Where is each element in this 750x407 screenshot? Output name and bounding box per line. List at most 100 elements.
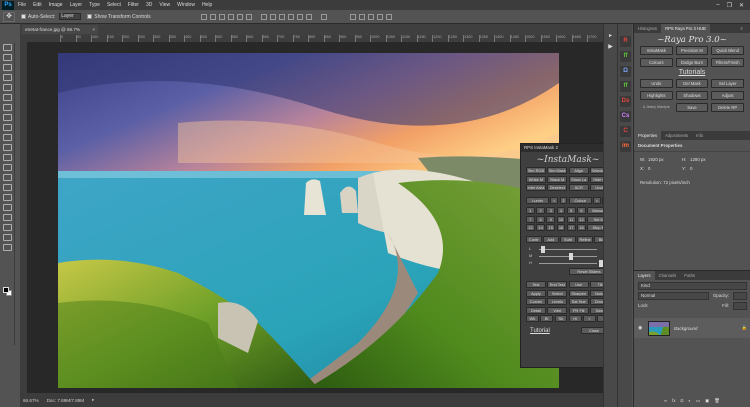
plugin-icon[interactable]: Cs: [620, 111, 631, 122]
width-value[interactable]: 1920 px: [648, 157, 682, 162]
eraser-tool-icon[interactable]: [3, 144, 12, 151]
im-num-button[interactable]: 7: [526, 215, 535, 223]
foreground-color-swatch[interactable]: [3, 287, 9, 293]
im-white-m-button[interactable]: White M: [526, 175, 546, 183]
im-sh-button[interactable]: Sh: [554, 315, 568, 322]
shape-tool-icon[interactable]: [3, 214, 12, 221]
menu-filter[interactable]: Filter: [128, 2, 139, 8]
im-slider-h[interactable]: H 255: [529, 260, 609, 267]
raya-save-button[interactable]: Save: [675, 103, 709, 112]
plugin-icon[interactable]: ff: [620, 81, 631, 92]
raya-sel-layer-button[interactable]: Sel Layer: [711, 79, 744, 88]
align-center-icon[interactable]: [236, 13, 243, 20]
crop-tool-icon[interactable]: [3, 84, 12, 91]
height-value[interactable]: 1280 px: [690, 157, 720, 162]
x-value[interactable]: 0: [648, 166, 682, 171]
align-right-icon[interactable]: [245, 13, 252, 20]
blur-tool-icon[interactable]: [3, 164, 12, 171]
im-num-button[interactable]: 5: [566, 207, 576, 214]
menu-view[interactable]: View: [159, 2, 170, 8]
move-tool-icon[interactable]: [3, 44, 12, 51]
raya-precision-m-button[interactable]: Precision M: [675, 46, 709, 55]
im-colour-prev[interactable]: <: [593, 197, 601, 204]
im-num-button[interactable]: 16: [556, 224, 566, 231]
minimize-button[interactable]: –: [716, 2, 719, 9]
im-num-button[interactable]: 4: [556, 207, 566, 214]
3d-roll-icon[interactable]: [358, 13, 365, 20]
im-num-button[interactable]: 15: [546, 224, 556, 231]
zoom-level[interactable]: 66.67%: [23, 398, 39, 403]
distribute-center-icon[interactable]: [296, 13, 303, 20]
lasso-tool-icon[interactable]: [3, 64, 12, 71]
group-icon[interactable]: ▭: [696, 398, 700, 404]
im-contr-button[interactable]: Contr: [526, 236, 542, 243]
im-add-button[interactable]: Add: [543, 236, 559, 243]
clone-stamp-icon[interactable]: [3, 124, 12, 131]
im-ph-fill-button[interactable]: PH Fill: [568, 306, 589, 314]
im-black-m-button[interactable]: Black M: [547, 175, 568, 183]
im-wh-button[interactable]: Wh: [526, 315, 539, 322]
im-lumin-select[interactable]: Lumin: [526, 197, 549, 204]
im-num-button[interactable]: 11: [566, 215, 576, 223]
im-num-button[interactable]: 14: [536, 224, 545, 231]
im-detail-button[interactable]: Detail: [526, 306, 546, 314]
transform-controls-checkbox[interactable]: [87, 14, 93, 19]
distribute-bottom-icon[interactable]: [278, 13, 285, 20]
im-num-button[interactable]: 1: [526, 207, 535, 214]
marquee-tool-icon[interactable]: [3, 54, 12, 61]
visibility-eye-icon[interactable]: ◉: [638, 325, 644, 331]
panel-menu-icon[interactable]: ≡: [737, 24, 747, 33]
top-ruler[interactable]: 0 50 100 150 200 250 300 350 400 450 500 550 600 650 7…: [20, 35, 616, 42]
im-subt-button[interactable]: Subt: [560, 236, 576, 243]
menu-select[interactable]: Select: [107, 2, 121, 8]
im-bl-button[interactable]: Bl: [540, 315, 553, 322]
zoom-tool-icon[interactable]: [3, 234, 12, 241]
raya-adjust-button[interactable]: Adjust: [711, 91, 744, 100]
opacity-input[interactable]: [733, 292, 747, 300]
im-curves-button[interactable]: Curves: [526, 298, 546, 305]
new-layer-icon[interactable]: ▣: [705, 398, 709, 404]
plugin-icon[interactable]: ff: [620, 51, 631, 62]
im-num-button[interactable]: 8: [536, 215, 545, 223]
eyedropper-tool-icon[interactable]: [3, 94, 12, 101]
im-num-button[interactable]: 6: [577, 207, 586, 214]
im-end-test-button[interactable]: End Test: [547, 281, 568, 288]
3d-drag-icon[interactable]: [367, 13, 374, 20]
align-top-icon[interactable]: [200, 13, 207, 20]
im-hi-button[interactable]: Hi: [568, 315, 582, 322]
brush-tool-icon[interactable]: [3, 114, 12, 121]
y-value[interactable]: 0: [690, 166, 720, 171]
tab-channels[interactable]: Channels: [655, 271, 681, 280]
menu-3d[interactable]: 3D: [146, 2, 152, 8]
add-mask-icon[interactable]: ◘: [681, 398, 684, 404]
align-bottom-icon[interactable]: [218, 13, 225, 20]
3d-rotate-icon[interactable]: [349, 13, 356, 20]
auto-select-dropdown[interactable]: Layer: [59, 13, 82, 20]
healing-brush-icon[interactable]: [3, 104, 12, 111]
im-refine-button[interactable]: Refine: [577, 236, 593, 243]
maximize-button[interactable]: ❐: [727, 2, 732, 9]
tab-properties[interactable]: Properties: [634, 131, 662, 140]
im-slider-l-knob[interactable]: [541, 246, 545, 253]
tab-histogram[interactable]: Histogram: [634, 24, 661, 33]
color-swatches[interactable]: [3, 287, 12, 296]
auto-align-icon[interactable]: [320, 13, 327, 20]
hand-tool-icon[interactable]: [3, 224, 12, 231]
align-middle-icon[interactable]: [209, 13, 216, 20]
layer-row-background[interactable]: ◉ Background 🔒: [634, 318, 750, 338]
im-slider-l[interactable]: L: [529, 246, 609, 253]
im-deselect-button[interactable]: Deselect: [547, 184, 568, 191]
im-num-button[interactable]: 18: [577, 224, 586, 231]
im-tutorial-link[interactable]: Tutorial: [530, 328, 550, 334]
distribute-middle-icon[interactable]: [269, 13, 276, 20]
actions-icon[interactable]: ▶: [604, 43, 617, 50]
type-tool-icon[interactable]: [3, 194, 12, 201]
menu-type[interactable]: Type: [89, 2, 100, 8]
3d-scale-icon[interactable]: [385, 13, 392, 20]
raya-filters-finish-button[interactable]: Filters/Finish: [711, 58, 744, 67]
gradient-tool-icon[interactable]: [3, 154, 12, 161]
im-num-button[interactable]: 3: [546, 207, 556, 214]
menu-image[interactable]: Image: [49, 2, 63, 8]
im-levels-button[interactable]: Levels: [547, 298, 568, 305]
raya-highlights-button[interactable]: Highlights: [640, 91, 673, 100]
